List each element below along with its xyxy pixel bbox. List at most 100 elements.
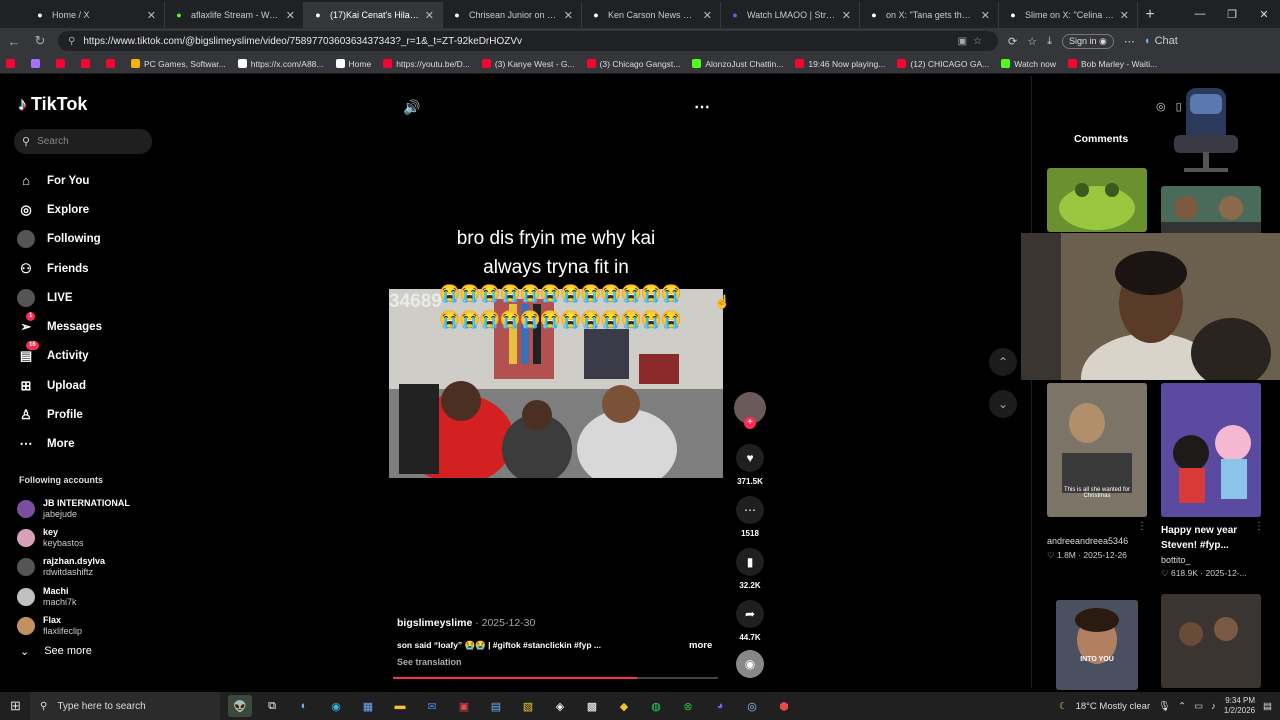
app-icon-11[interactable]: ◈ bbox=[548, 695, 572, 717]
browser-tab[interactable]: ● aflaxlife Stream - Watch Live ✕ bbox=[165, 2, 304, 28]
video-progress-bar[interactable] bbox=[393, 677, 718, 679]
mail-icon[interactable]: ✉ bbox=[420, 695, 444, 717]
browser-tab[interactable]: ● (17)Kai Cenat's Hilarious ✕ bbox=[304, 2, 443, 28]
save-button[interactable]: ▮ 32.2K bbox=[734, 548, 766, 590]
sidebar-item-upload[interactable]: ⊞ Upload bbox=[17, 371, 157, 400]
follow-plus-icon[interactable]: + bbox=[744, 417, 756, 429]
app-icon-10[interactable]: ▧ bbox=[516, 695, 540, 717]
browser-tab[interactable]: ● Home / X ✕ bbox=[26, 2, 165, 28]
thumb-people[interactable] bbox=[1161, 186, 1261, 234]
close-tab-icon[interactable]: ✕ bbox=[147, 9, 156, 22]
previous-video-button[interactable]: ⌃ bbox=[989, 348, 1017, 376]
comment-button[interactable]: ⋯ 1518 bbox=[734, 496, 766, 538]
card-1-more-icon[interactable]: ⋮ bbox=[1137, 521, 1147, 532]
site-info-icon[interactable]: ⚲ bbox=[68, 36, 75, 47]
tab-comments[interactable]: Comments bbox=[1074, 133, 1128, 145]
store-icon[interactable]: ▦ bbox=[356, 695, 380, 717]
steam-icon[interactable]: ◎ bbox=[740, 695, 764, 717]
bookmark-item[interactable]: 19:46 Now playing... bbox=[795, 59, 885, 69]
reload-icon[interactable]: ↻ bbox=[32, 33, 48, 49]
thumb-video-1[interactable]: This is all she wanted for Christmas bbox=[1047, 383, 1147, 517]
app-icon-13[interactable]: ◆ bbox=[612, 695, 636, 717]
like-button[interactable]: ♥ 371.5K bbox=[734, 444, 766, 486]
app-icon-18[interactable]: ⬢ bbox=[772, 695, 796, 717]
volume-icon[interactable]: 🔊 bbox=[403, 99, 420, 116]
minimize-icon[interactable]: — bbox=[1184, 0, 1216, 28]
browser-tab[interactable]: ● Watch LMAOO | Streamable ✕ bbox=[721, 2, 860, 28]
sidebar-item-friends[interactable]: ⚇ Friends bbox=[17, 254, 157, 283]
download-icon[interactable]: ⤓ bbox=[1047, 35, 1052, 48]
video-author[interactable]: bigslimeyslime · 2025-12-30 bbox=[397, 617, 535, 629]
favorites-icon[interactable]: ☆ bbox=[1027, 35, 1037, 48]
url-bar[interactable]: ⚲ https://www.tiktok.com/@bigslimeyslime… bbox=[58, 31, 998, 51]
sidebar-item-for-you[interactable]: ⌂ For You bbox=[17, 166, 157, 195]
close-tab-icon[interactable]: ✕ bbox=[425, 9, 434, 22]
copilot-icon[interactable]: ◐ bbox=[292, 695, 316, 717]
close-tab-icon[interactable]: ✕ bbox=[564, 9, 573, 22]
sidebar-item-activity[interactable]: ▤ 16 Activity bbox=[17, 341, 157, 371]
game-app-icon[interactable]: ▣ bbox=[452, 695, 476, 717]
xbox-icon[interactable]: ⊗ bbox=[676, 695, 700, 717]
close-tab-icon[interactable]: ✕ bbox=[842, 9, 851, 22]
following-account[interactable]: Machi machi7k bbox=[17, 582, 167, 611]
following-account[interactable]: rajzhan.dsylva rdwitdashiftz bbox=[17, 553, 167, 582]
app-icon-12[interactable]: ▩ bbox=[580, 695, 604, 717]
bookmark-item[interactable]: https://youtu.be/D... bbox=[383, 59, 470, 69]
card-2-more-icon[interactable]: ⋮ bbox=[1254, 521, 1264, 532]
folder-icon[interactable]: ▬ bbox=[388, 695, 412, 717]
browser-tab[interactable]: ● Slime on X: "Celina Powell ✕ bbox=[999, 2, 1138, 28]
sidebar-item-more[interactable]: ⋯ More bbox=[17, 430, 157, 459]
mic-icon[interactable]: 🎙 bbox=[1158, 701, 1170, 712]
bookmark-item[interactable] bbox=[106, 59, 119, 68]
bookmark-item[interactable]: Bob Marley - Waiti... bbox=[1067, 59, 1157, 69]
url-actions-icon[interactable]: ▣☆ bbox=[958, 36, 988, 47]
tiktok-logo[interactable]: ♪ TikTok bbox=[18, 94, 87, 115]
close-tab-icon[interactable]: ✕ bbox=[1120, 9, 1129, 22]
see-more-button[interactable]: ⌄ See more bbox=[20, 645, 92, 658]
bookmark-item[interactable] bbox=[31, 59, 44, 68]
thumb-frog[interactable] bbox=[1047, 168, 1147, 232]
discord-icon[interactable]: ◕ bbox=[708, 695, 732, 717]
sign-in-button[interactable]: Sign in ◉ bbox=[1061, 33, 1114, 49]
card-1-user[interactable]: andreeandreea5346 bbox=[1047, 536, 1128, 546]
windows-start-icon[interactable]: ⊞ bbox=[10, 698, 21, 714]
speaker-icon[interactable]: ♪ bbox=[1211, 701, 1216, 712]
share-button[interactable]: ➦ 44.7K bbox=[734, 600, 766, 642]
sidebar-item-following[interactable]: Following bbox=[17, 225, 157, 254]
back-icon[interactable]: ← bbox=[6, 34, 22, 49]
copilot-chat-button[interactable]: ◐ Chat bbox=[1145, 35, 1178, 47]
card-2-user[interactable]: bottito_ bbox=[1161, 555, 1191, 565]
thumb-video-4[interactable] bbox=[1161, 594, 1261, 688]
browser-tab[interactable]: ● Ken Carson News on X: "Ken ✕ bbox=[582, 2, 721, 28]
clock[interactable]: 9:34 PM 1/2/2026 bbox=[1224, 696, 1255, 716]
following-account[interactable]: JB INTERNATIONAL jabejude bbox=[17, 494, 167, 523]
bookmark-item[interactable]: PC Games, Softwar... bbox=[131, 59, 226, 69]
close-window-icon[interactable]: ✕ bbox=[1248, 0, 1280, 28]
sidebar-item-live[interactable]: LIVE bbox=[17, 283, 157, 312]
bookmark-item[interactable]: (3) Kanye West - G... bbox=[481, 59, 575, 69]
alien-app-icon[interactable]: 👽 bbox=[228, 695, 252, 717]
app-icon-9[interactable]: ▤ bbox=[484, 695, 508, 717]
menu-icon[interactable]: ⋯ bbox=[1124, 35, 1135, 48]
task-view-icon[interactable]: ⧉ bbox=[260, 695, 284, 717]
following-account[interactable]: Flax flaxlifeclip bbox=[17, 611, 167, 640]
bookmark-item[interactable]: Home bbox=[335, 59, 371, 69]
edge-icon[interactable]: ◉ bbox=[324, 695, 348, 717]
more-options-icon[interactable]: ⋯ bbox=[694, 97, 710, 117]
weather-text[interactable]: 18°C Mostly clear bbox=[1076, 701, 1151, 712]
see-translation-link[interactable]: See translation bbox=[397, 657, 462, 667]
sidebar-item-explore[interactable]: ◎ Explore bbox=[17, 195, 157, 224]
browser-tab[interactable]: ● Chrisean Junior on X: "bro lo ✕ bbox=[443, 2, 582, 28]
bookmark-item[interactable]: https://x.com/A88... bbox=[237, 59, 324, 69]
thumb-video-2[interactable] bbox=[1161, 383, 1261, 517]
bookmark-item[interactable]: AlonzoJust Chattin... bbox=[692, 59, 783, 69]
close-tab-icon[interactable]: ✕ bbox=[703, 9, 712, 22]
tray-arrow-icon[interactable]: ⌃ bbox=[1178, 701, 1186, 712]
bookmark-item[interactable] bbox=[81, 59, 94, 68]
music-disc[interactable]: ◉ bbox=[734, 650, 766, 678]
creator-avatar[interactable]: + bbox=[734, 392, 766, 429]
sidebar-item-messages[interactable]: ➢ 1 Messages bbox=[17, 312, 157, 341]
taskbar-search[interactable]: ⚲ Type here to search bbox=[30, 692, 220, 720]
bookmark-item[interactable]: Watch now bbox=[1001, 59, 1056, 69]
next-video-button[interactable]: ⌄ bbox=[989, 390, 1017, 418]
